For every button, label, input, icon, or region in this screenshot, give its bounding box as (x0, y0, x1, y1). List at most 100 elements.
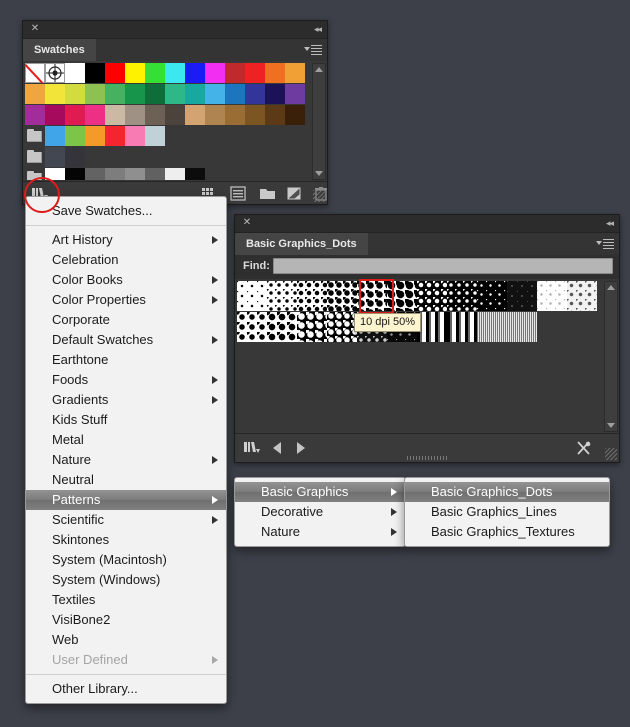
swatch-cell[interactable] (185, 168, 205, 180)
swatch-cell[interactable] (105, 126, 125, 146)
submenu-item-decorative[interactable]: Decorative (235, 502, 405, 522)
tab-swatches[interactable]: Swatches (23, 39, 96, 61)
swatch-cell[interactable] (65, 84, 85, 104)
pattern-swatch[interactable] (447, 312, 477, 342)
next-pattern-icon[interactable] (297, 442, 305, 454)
menu-item-gradients[interactable]: Gradients (26, 390, 226, 410)
swatch-cell[interactable] (185, 63, 205, 83)
patterns-submenu[interactable]: Basic Graphics Decorative Nature (234, 477, 406, 547)
pattern-swatch[interactable] (327, 281, 357, 311)
scroll-up-arrow-icon[interactable] (607, 285, 615, 290)
swatches-grid[interactable] (25, 63, 313, 180)
swatch-cell[interactable] (65, 147, 85, 167)
swatch-cell[interactable] (145, 105, 165, 125)
swatch-folder-icon[interactable] (25, 126, 45, 146)
swatch-cell[interactable] (185, 84, 205, 104)
pattern-swatch[interactable] (327, 312, 357, 342)
swatch-cell[interactable] (285, 63, 305, 83)
tab-basic-graphics-dots[interactable]: Basic Graphics_Dots (235, 233, 368, 255)
pattern-scrollbar[interactable] (604, 281, 618, 432)
find-input[interactable] (273, 258, 613, 274)
swatch-cell[interactable] (85, 63, 105, 83)
swatch-cell[interactable] (225, 84, 245, 104)
menu-item-scientific[interactable]: Scientific (26, 510, 226, 530)
panel-menu-icon[interactable] (304, 44, 322, 56)
swatch-cell[interactable] (125, 63, 145, 83)
swatch-cell[interactable] (145, 84, 165, 104)
swatch-cell[interactable] (105, 168, 125, 180)
swatch-cell[interactable] (165, 105, 185, 125)
swatch-cell[interactable] (165, 63, 185, 83)
pattern-swatch[interactable] (387, 281, 417, 311)
swatch-cell[interactable] (285, 105, 305, 125)
scroll-up-arrow-icon[interactable] (315, 67, 323, 72)
menu-item-corporate[interactable]: Corporate (26, 310, 226, 330)
menu-item-kids-stuff[interactable]: Kids Stuff (26, 410, 226, 430)
pattern-swatch[interactable] (477, 312, 507, 342)
swatch-cell[interactable] (205, 63, 225, 83)
basic-graphics-submenu[interactable]: Basic Graphics_Dots Basic Graphics_Lines B… (404, 477, 610, 547)
menu-item-neutral[interactable]: Neutral (26, 470, 226, 490)
swatch-cell[interactable] (265, 84, 285, 104)
show-swatch-list-icon[interactable] (230, 186, 246, 201)
menu-item-metal[interactable]: Metal (26, 430, 226, 450)
pattern-swatch[interactable] (297, 281, 327, 311)
collapse-panel-icon[interactable]: ◂◂ (314, 25, 322, 34)
menu-item-system-macintosh[interactable]: System (Macintosh) (26, 550, 226, 570)
panel-drag-grip[interactable] (407, 456, 447, 460)
swatch-cell[interactable] (225, 63, 245, 83)
swatch-cell[interactable] (25, 105, 45, 125)
swatch-cell[interactable] (85, 168, 105, 180)
pattern-swatch[interactable] (297, 312, 327, 342)
menu-item-celebration[interactable]: Celebration (26, 250, 226, 270)
swatch-cell[interactable] (245, 105, 265, 125)
pattern-swatch[interactable] (507, 312, 537, 342)
swatch-cell[interactable] (45, 84, 65, 104)
swatch-cell[interactable] (125, 126, 145, 146)
pattern-swatch[interactable] (267, 281, 297, 311)
pattern-swatch[interactable] (237, 281, 267, 311)
resize-grip[interactable] (605, 448, 617, 460)
pattern-grid[interactable] (237, 281, 605, 432)
swatch-cell[interactable] (45, 126, 65, 146)
swatch-cell[interactable] (165, 84, 185, 104)
menu-item-art-history[interactable]: Art History (26, 230, 226, 250)
pattern-swatch[interactable] (477, 281, 507, 311)
submenu-item-nature[interactable]: Nature (235, 522, 405, 542)
swatch-cell[interactable] (225, 105, 245, 125)
swatch-none-icon[interactable] (25, 63, 45, 83)
new-swatch-icon[interactable] (286, 186, 302, 201)
pattern-swatch[interactable] (507, 281, 537, 311)
swatches-scrollbar[interactable] (312, 63, 326, 180)
swatch-cell[interactable] (45, 147, 65, 167)
swatch-cell[interactable] (105, 63, 125, 83)
swatch-cell[interactable] (25, 84, 45, 104)
swatch-cell[interactable] (185, 105, 205, 125)
swatch-cell[interactable] (125, 168, 145, 180)
pattern-swatch[interactable] (537, 281, 567, 311)
swatch-cell[interactable] (205, 84, 225, 104)
swatch-cell[interactable] (285, 84, 305, 104)
submenu-item-basic-graphics-dots[interactable]: Basic Graphics_Dots (405, 482, 609, 502)
swatch-cell[interactable] (265, 63, 285, 83)
submenu-item-basic-graphics-textures[interactable]: Basic Graphics_Textures (405, 522, 609, 542)
swatch-cell[interactable] (125, 105, 145, 125)
swatch-cell[interactable] (125, 84, 145, 104)
menu-item-earthtone[interactable]: Earthtone (26, 350, 226, 370)
swatch-library-menu[interactable]: Save Swatches... Art History Celebration C… (25, 196, 227, 704)
pin-pattern-icon[interactable] (575, 440, 591, 455)
swatch-cell[interactable] (85, 84, 105, 104)
swatch-cell[interactable] (85, 105, 105, 125)
menu-item-textiles[interactable]: Textiles (26, 590, 226, 610)
swatch-folder-icon[interactable] (25, 147, 45, 167)
swatch-cell[interactable] (145, 126, 165, 146)
new-color-group-icon[interactable] (259, 186, 275, 201)
swatch-cell[interactable] (85, 126, 105, 146)
pattern-swatch[interactable] (447, 281, 477, 311)
swatch-cell[interactable] (165, 168, 185, 180)
swatch-cell[interactable] (205, 105, 225, 125)
swatch-cell[interactable] (145, 168, 165, 180)
menu-item-visibone2[interactable]: VisiBone2 (26, 610, 226, 630)
scroll-down-arrow-icon[interactable] (607, 423, 615, 428)
swatch-cell[interactable] (65, 63, 85, 83)
